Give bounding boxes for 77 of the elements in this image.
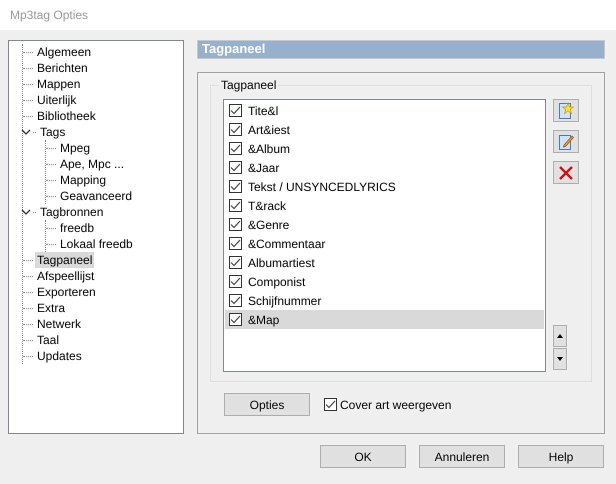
list-row[interactable]: Albumartiest (225, 253, 544, 272)
tree-item[interactable]: Ape, Mpc ... (58, 156, 126, 172)
tree-item[interactable]: Geavanceerd (58, 188, 134, 204)
checkbox[interactable] (229, 275, 242, 288)
ok-button[interactable]: OK (320, 445, 406, 468)
edit-button[interactable] (553, 130, 579, 153)
field-label: T&rack (248, 198, 286, 214)
close-icon (558, 164, 574, 180)
field-label: Tite&l (248, 102, 278, 120)
field-label: Tekst / UNSYNCEDLYRICS (248, 178, 396, 196)
field-label: &Album (248, 140, 290, 158)
checkbox[interactable] (229, 123, 242, 136)
window-title: Mp3tag Opties (10, 7, 88, 24)
move-up-button[interactable] (553, 325, 567, 347)
field-label: Albumartiest (248, 254, 315, 272)
list-row[interactable]: &Album (225, 139, 544, 158)
list-row[interactable]: &Jaar (225, 158, 544, 177)
tree-item[interactable]: Tags (38, 124, 68, 140)
new-button[interactable] (553, 99, 579, 122)
field-label: Art&iest (248, 122, 290, 138)
checkbox[interactable] (229, 199, 242, 212)
checkbox[interactable] (229, 142, 242, 155)
tree-item[interactable]: Updates (35, 348, 84, 364)
list-row[interactable]: Art&iest (225, 120, 544, 139)
chevron-down-icon[interactable] (21, 127, 33, 137)
list-row[interactable]: Tite&l (225, 101, 544, 120)
field-label: Componist (248, 274, 306, 290)
field-label: Schijfnummer (248, 292, 322, 310)
help-button[interactable]: Help (518, 445, 604, 468)
checkbox[interactable] (229, 237, 242, 250)
checkbox-label[interactable]: Cover art weergeven (340, 396, 452, 414)
checkbox[interactable] (324, 398, 337, 411)
tree-item[interactable]: Lokaal freedb (58, 236, 135, 252)
field-label: &Genre (248, 216, 290, 234)
tree-item[interactable]: Mapping (58, 172, 108, 188)
list-row[interactable]: &Map (225, 310, 544, 329)
list-row[interactable]: Schijfnummer (225, 291, 544, 310)
checkbox[interactable] (229, 218, 242, 231)
list-row[interactable]: Tekst / UNSYNCEDLYRICS (225, 177, 544, 196)
field-label: &Commentaar (248, 236, 326, 252)
pencil-page-icon (558, 132, 574, 150)
tree-item[interactable]: Uiterlijk (35, 92, 78, 108)
tree-item[interactable]: Tagpaneel (35, 252, 94, 268)
star-page-icon (558, 102, 574, 120)
tree-item[interactable]: Afspeellijst (35, 268, 96, 284)
up-arrow-icon (557, 334, 563, 338)
tree-item[interactable]: Mappen (35, 76, 82, 92)
checkbox[interactable] (229, 104, 242, 117)
tree-item[interactable]: Extra (35, 300, 68, 316)
tree-item[interactable]: Netwerk (35, 316, 84, 332)
checkbox[interactable] (229, 161, 242, 174)
down-arrow-icon (557, 357, 563, 361)
tree-item[interactable]: Berichten (35, 60, 90, 76)
list-row[interactable]: &Commentaar (225, 234, 544, 253)
checkbox[interactable] (229, 180, 242, 193)
list-row[interactable]: Componist (225, 272, 544, 291)
tree-item[interactable]: Exporteren (35, 284, 98, 300)
tree-item[interactable]: Mpeg (58, 140, 92, 156)
checkbox[interactable] (229, 294, 242, 307)
delete-button[interactable] (553, 161, 579, 184)
page-header: Tagpaneel (197, 40, 605, 59)
field-label: &Jaar (248, 160, 280, 176)
field-label: &Map (248, 312, 280, 328)
tree-item[interactable]: Taal (35, 332, 62, 348)
list-row[interactable]: T&rack (225, 196, 544, 215)
tree-item[interactable]: freedb (58, 220, 96, 236)
options-button[interactable]: Opties (224, 393, 310, 416)
cancel-button[interactable]: Annuleren (419, 445, 505, 468)
group-title: Tagpaneel (219, 78, 278, 92)
list-row[interactable]: &Genre (225, 215, 544, 234)
move-down-button[interactable] (553, 348, 567, 370)
checkbox[interactable] (229, 256, 242, 269)
tree-item[interactable]: Algemeen (35, 44, 94, 60)
checkbox[interactable] (229, 313, 242, 326)
chevron-down-icon[interactable] (21, 207, 33, 217)
tree-item[interactable]: Bibliotheek (35, 108, 98, 124)
tree-item[interactable]: Tagbronnen (38, 204, 106, 220)
